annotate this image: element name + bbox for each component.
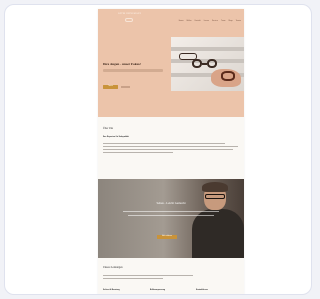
body-text-line: [103, 152, 173, 154]
body-text-line: [103, 146, 238, 148]
service-column[interactable]: Brillenanpassung: [150, 289, 186, 291]
hero-secondary-link[interactable]: [121, 86, 130, 88]
banner-text-line: [128, 215, 214, 217]
nav-item[interactable]: Kontakt: [195, 20, 201, 22]
about-heading: Über Uns: [103, 127, 114, 130]
banner-title: Sehen - Leicht Gemacht: [156, 201, 186, 205]
services-heading: Unsere Leistungen: [103, 266, 123, 269]
nav-item[interactable]: Linsen: [204, 20, 209, 22]
nav-item[interactable]: Shop: [228, 20, 232, 22]
promo-banner: Sehen - Leicht Gemacht Mehr erfahren: [98, 179, 244, 258]
site-header: OPTIK HEINEMANN Home Brillen Kontakt Lin…: [98, 9, 244, 29]
hero-section: Ihre Augen - unser Fokus! Termin: [98, 29, 244, 117]
person-body: [192, 209, 244, 258]
service-title: Kontaktlinsen: [196, 289, 208, 291]
website-preview[interactable]: OPTIK HEINEMANN Home Brillen Kontakt Lin…: [98, 9, 244, 294]
site-logo[interactable]: OPTIK HEINEMANN: [118, 13, 141, 15]
nav-item[interactable]: Termin: [236, 20, 241, 22]
body-text-line: [103, 149, 233, 151]
service-column[interactable]: Kontaktlinsen: [196, 289, 232, 291]
lens-right: [207, 59, 217, 68]
hero-subtitle-placeholder: [103, 69, 163, 72]
hero-cta-button[interactable]: Termin: [103, 85, 118, 89]
about-subheading: Ihre Experten für Sehqualität: [103, 136, 129, 138]
service-title: Sehtest & Beratung: [103, 289, 120, 291]
banner-cta-button[interactable]: Mehr erfahren: [157, 235, 177, 239]
hero-title: Ihre Augen - unser Fokus!: [103, 62, 141, 66]
browser-preview-card: OPTIK HEINEMANN Home Brillen Kontakt Lin…: [4, 4, 312, 295]
service-title: Brillenanpassung: [150, 289, 166, 291]
nav-item[interactable]: Home: [179, 20, 184, 22]
main-navigation: Home Brillen Kontakt Linsen Service Team…: [179, 20, 241, 22]
body-text-line: [103, 275, 193, 277]
nav-item[interactable]: Brillen: [187, 20, 192, 22]
glasses-logo-icon: [125, 18, 133, 22]
shelf: [171, 47, 244, 51]
person-glasses-icon: [205, 194, 225, 199]
person-hair: [202, 182, 228, 192]
lens-left: [192, 59, 202, 68]
nav-item[interactable]: Team: [221, 20, 225, 22]
service-column[interactable]: Sehtest & Beratung: [103, 289, 139, 291]
body-text-line: [103, 143, 225, 145]
body-text-line: [103, 278, 163, 280]
banner-text-line: [123, 211, 219, 213]
nav-item[interactable]: Service: [212, 20, 218, 22]
red-glasses-icon: [221, 71, 235, 81]
hero-glasses-photo: [171, 37, 244, 91]
